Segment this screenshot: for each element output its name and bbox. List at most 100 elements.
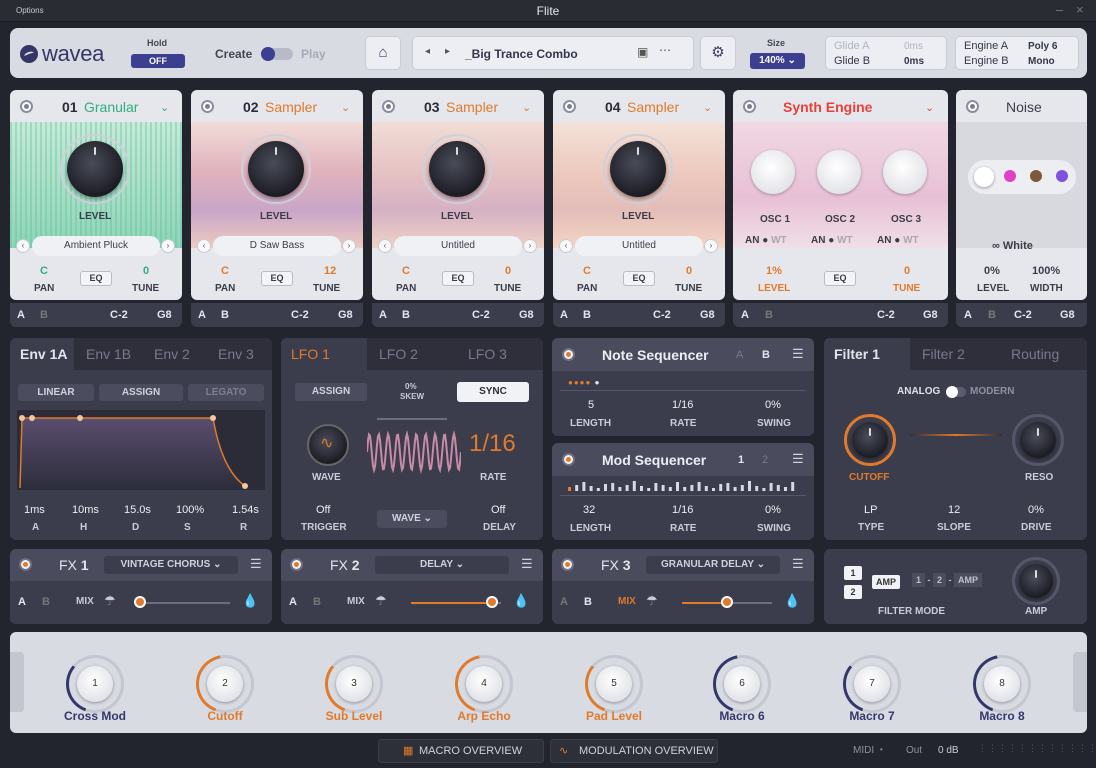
filter-1-box[interactable]: 1 [844,566,862,580]
engine-02-next-icon[interactable]: › [342,239,356,253]
engine-03-next-icon[interactable]: › [523,239,537,253]
engine-03-level-knob[interactable] [429,141,485,197]
engine-04-tune-value[interactable]: 0 [686,265,692,277]
mod-seq-settings-icon[interactable]: ☰ [792,451,804,467]
engine-a-dropdown[interactable]: Poly 6 [1028,41,1057,52]
engine-03-prev-icon[interactable]: ‹ [378,239,392,253]
synth-key-high[interactable]: G8 [923,309,938,321]
engine-03-tune-value[interactable]: 0 [505,265,511,277]
engine-01-key-low[interactable]: C-2 [110,309,128,321]
lfo-wave-knob[interactable]: ∿ [307,424,349,466]
osc3-an-wt[interactable]: AN ● WT [877,235,919,246]
tab-env-1a[interactable]: Env 1A [20,346,67,362]
engine-04-power-button[interactable] [563,100,576,113]
noise-b-toggle[interactable]: B [988,309,996,321]
cutoff-knob[interactable] [852,422,888,458]
engine-02-tune-value[interactable]: 12 [324,265,336,277]
note-seq-b-tab[interactable]: B [762,349,770,361]
filter-analog-label[interactable]: ANALOG [897,386,940,397]
env-assign-button[interactable]: ASSIGN [99,384,183,401]
mod-seq-page-2[interactable]: 2 [762,454,768,466]
modulation-overview-button[interactable]: ∿ MODULATION OVERVIEW [550,739,718,763]
glide-b-value[interactable]: 0ms [904,56,924,67]
engine-01-pan-value[interactable]: C [40,265,48,277]
create-play-toggle[interactable] [261,47,293,61]
engine-01-key-high[interactable]: G8 [157,309,172,321]
engine-02-level-knob[interactable] [248,141,304,197]
macro-5-label[interactable]: Pad Level [559,709,669,723]
noise-power-button[interactable] [966,100,979,113]
engine-03-pan-value[interactable]: C [402,265,410,277]
osc1-an-wt[interactable]: AN ● WT [745,235,787,246]
engine-02-chevron-down-icon[interactable]: ⌄ [341,101,350,114]
noise-level-value[interactable]: 0% [984,265,1000,277]
noise-white-dot[interactable] [974,167,994,187]
fx-1-effect-dropdown[interactable]: VINTAGE CHORUS ⌄ [104,556,238,574]
engine-02-prev-icon[interactable]: ‹ [197,239,211,253]
fx-3-settings-icon[interactable]: ☰ [792,556,804,572]
mod-seq-page-1[interactable]: 1 [738,454,744,466]
filter-modern-label[interactable]: MODERN [970,386,1014,397]
output-level[interactable]: 0 dB [938,745,959,756]
minimize-icon[interactable]: – [1056,2,1063,17]
synth-chevron-down-icon[interactable]: ⌄ [925,101,934,114]
osc2-knob[interactable] [817,150,861,194]
engine-01-preset-name[interactable]: Ambient Pluck [32,236,160,256]
engine-02-key-low[interactable]: C-2 [291,309,309,321]
noise-color-selector[interactable] [968,160,1076,194]
osc1-knob[interactable] [751,150,795,194]
fx-3-effect-dropdown[interactable]: GRANULAR DELAY ⌄ [646,556,780,574]
noise-violet-dot[interactable] [1056,170,1068,182]
engine-03-type[interactable]: Sampler [446,99,498,115]
mod-seq-length-value[interactable]: 32 [583,504,595,516]
fx-1-power-button[interactable] [19,558,32,571]
note-seq-power-button[interactable] [562,348,575,361]
engine-02-eq-button[interactable]: EQ [261,271,293,286]
engine-03-chevron-down-icon[interactable]: ⌄ [522,101,531,114]
lfo-rate-value[interactable]: 1/16 [469,430,516,458]
engine-01-eq-button[interactable]: EQ [80,271,112,286]
macro-3-knob[interactable]: 3 [336,666,372,702]
noise-pink-dot[interactable] [1004,170,1016,182]
note-seq-steps[interactable]: ●●●● ● [568,378,600,387]
engine-01-type[interactable]: Granular [84,99,138,115]
synth-key-low[interactable]: C-2 [877,309,895,321]
engine-03-a-toggle[interactable]: A [379,309,387,321]
engine-04-type[interactable]: Sampler [627,99,679,115]
filter-type-value[interactable]: LP [864,504,877,516]
mod-seq-power-button[interactable] [562,453,575,466]
synth-eq-button[interactable]: EQ [824,271,856,286]
fx-3-a-toggle[interactable]: A [560,596,568,608]
mod-seq-steps[interactable] [568,479,800,491]
engine-01-level-knob[interactable] [67,141,123,197]
filter-slope-value[interactable]: 12 [948,504,960,516]
fx-1-mix-track[interactable] [140,602,230,604]
note-seq-length-value[interactable]: 5 [588,399,594,411]
filter-mode-toggle[interactable] [946,386,966,398]
mod-seq-rate-value[interactable]: 1/16 [672,504,693,516]
macro-1-label[interactable]: Cross Mod [40,709,150,723]
engine-03-key-high[interactable]: G8 [519,309,534,321]
tab-lfo-2[interactable]: LFO 2 [379,346,418,362]
fx-1-mix-handle[interactable] [134,596,146,608]
next-preset-icon[interactable]: ▸ [445,46,450,57]
env-param-value-r[interactable]: 1.54s [232,504,259,516]
fx-2-mix-handle[interactable] [486,596,498,608]
tab-env-2[interactable]: Env 2 [154,346,190,362]
glide-a-value[interactable]: 0ms [904,41,923,52]
settings-button[interactable]: ⚙ [700,36,736,70]
note-seq-settings-icon[interactable]: ☰ [792,346,804,362]
tab-filter-2[interactable]: Filter 2 [922,346,965,362]
tab-filter-1[interactable]: Filter 1 [834,346,880,362]
macro-7-knob[interactable]: 7 [854,666,890,702]
home-button[interactable]: ⌂ [365,36,401,70]
env-param-value-a[interactable]: 1ms [24,504,45,516]
fx-2-effect-dropdown[interactable]: DELAY ⌄ [375,556,509,574]
engine-04-key-high[interactable]: G8 [700,309,715,321]
engine-04-key-low[interactable]: C-2 [653,309,671,321]
lfo-sync-button[interactable]: SYNC [457,382,529,402]
filter-2-box[interactable]: 2 [844,585,862,599]
engine-04-prev-icon[interactable]: ‹ [559,239,573,253]
env-legato-button[interactable]: LEGATO [188,384,264,401]
macro-overview-button[interactable]: ▦ MACRO OVERVIEW [378,739,544,763]
